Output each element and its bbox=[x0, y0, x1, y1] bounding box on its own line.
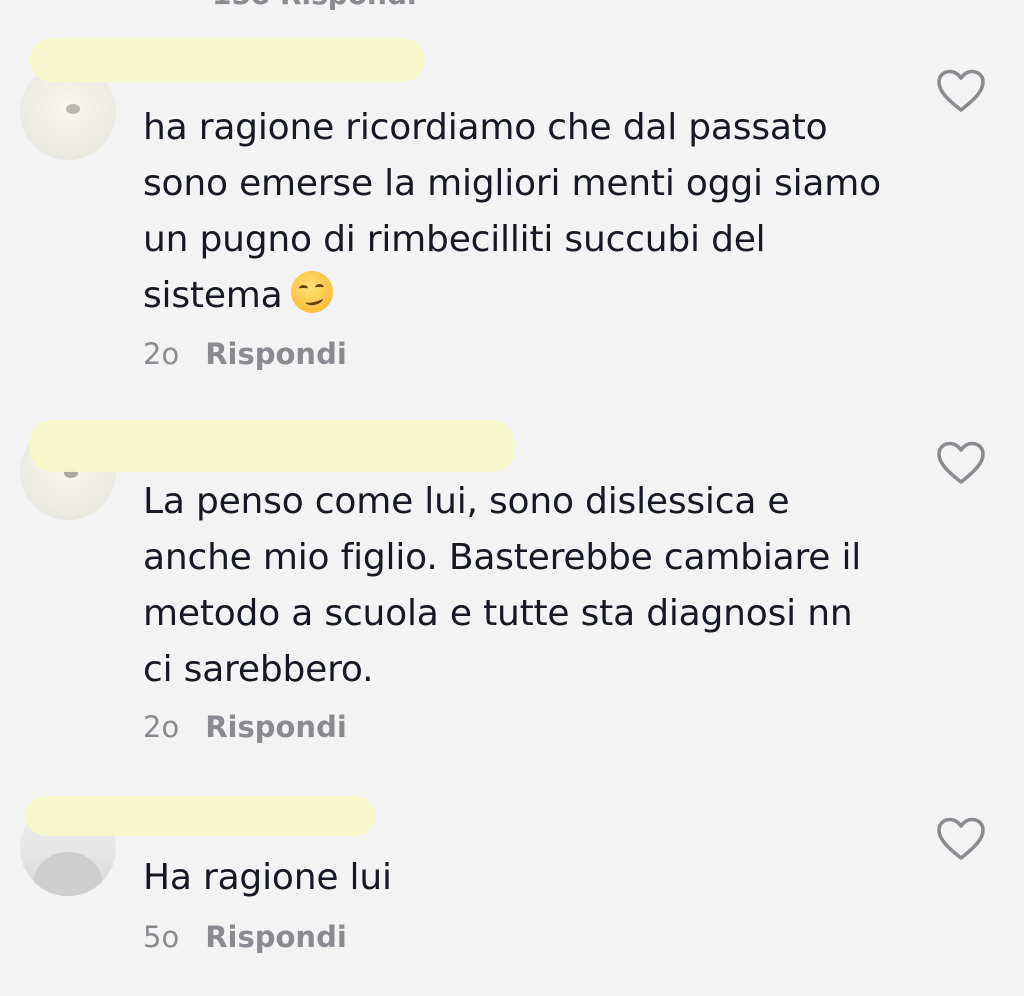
comment-text: La penso come lui, sono dislessica e anc… bbox=[143, 481, 862, 690]
like-button[interactable] bbox=[936, 69, 986, 113]
username-redaction bbox=[26, 796, 376, 836]
smirking-face-icon bbox=[290, 271, 333, 313]
previous-comment-meta: 15o Rispondi bbox=[212, 0, 417, 11]
like-button[interactable] bbox=[936, 817, 986, 861]
heart-outline-icon bbox=[937, 69, 985, 112]
reply-button[interactable]: Rispondi bbox=[205, 920, 347, 954]
reply-button[interactable]: Rispondi bbox=[205, 710, 347, 744]
heart-outline-icon bbox=[937, 817, 985, 860]
heart-outline-icon bbox=[937, 441, 985, 484]
comment-time: 5o bbox=[143, 920, 180, 954]
like-button[interactable] bbox=[936, 441, 986, 485]
username-redaction bbox=[30, 420, 515, 472]
username-redaction bbox=[30, 38, 425, 82]
reply-button[interactable]: Rispondi bbox=[205, 337, 347, 371]
comment-text: ha ragione ricordiamo che dal passato so… bbox=[143, 107, 881, 316]
comment-meta: 2o Rispondi bbox=[143, 710, 347, 744]
comment-time: 2o bbox=[143, 710, 180, 744]
comment-time: 2o bbox=[143, 337, 180, 371]
comment-meta: 5o Rispondi bbox=[143, 920, 347, 954]
comment-meta: 2o Rispondi bbox=[143, 337, 347, 371]
comment-text: Ha ragione lui bbox=[143, 857, 392, 898]
